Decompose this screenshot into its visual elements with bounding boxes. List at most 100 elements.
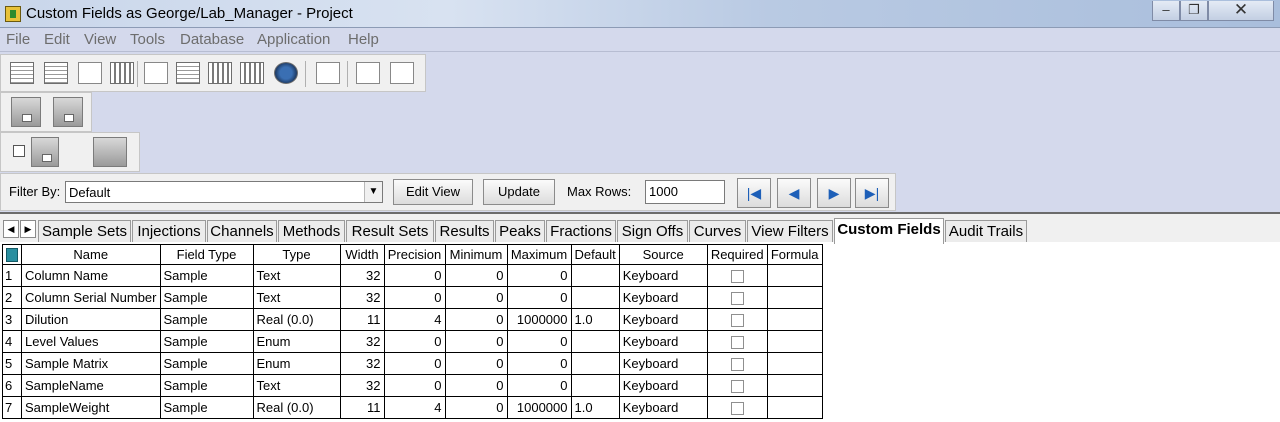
cell-precision[interactable]: 0: [383, 330, 446, 353]
cell-formula[interactable]: [766, 308, 823, 331]
cell-name[interactable]: Column Name: [21, 264, 161, 287]
column-header-field-type[interactable]: Field Type: [159, 244, 254, 265]
cell-source[interactable]: Keyboard: [618, 396, 708, 419]
tab-fractions[interactable]: Fractions: [546, 220, 616, 243]
cell-required[interactable]: [706, 286, 768, 309]
next-record-button[interactable]: ▶: [817, 178, 851, 208]
cell-minimum[interactable]: 0: [444, 286, 508, 309]
cell-maximum[interactable]: 0: [506, 374, 572, 397]
paste-special-icon[interactable]: [353, 59, 383, 87]
edit-view-button[interactable]: Edit View: [393, 179, 473, 205]
row-number[interactable]: 5: [2, 352, 22, 375]
column-header-width[interactable]: Width: [339, 244, 385, 265]
tab-view-filters[interactable]: View Filters: [747, 220, 833, 243]
cell-minimum[interactable]: 0: [444, 374, 508, 397]
print-icon[interactable]: [141, 59, 171, 87]
cell-formula[interactable]: [766, 264, 823, 287]
row-number[interactable]: 2: [2, 286, 22, 309]
cell-name[interactable]: SampleName: [21, 374, 161, 397]
column-header-minimum[interactable]: Minimum: [444, 244, 508, 265]
cell-name[interactable]: SampleWeight: [21, 396, 161, 419]
tab-curves[interactable]: Curves: [689, 220, 746, 243]
cell-type[interactable]: Enum: [252, 352, 341, 375]
spreadsheet-icon[interactable]: [7, 59, 37, 87]
cell-precision[interactable]: 4: [383, 396, 446, 419]
column-header-name[interactable]: Name: [21, 244, 161, 265]
cell-field-type[interactable]: Sample: [159, 264, 254, 287]
calculator-icon[interactable]: [107, 59, 137, 87]
preview-icon[interactable]: [75, 59, 105, 87]
cell-source[interactable]: Keyboard: [618, 308, 708, 331]
instrument-icon[interactable]: [205, 59, 235, 87]
cell-maximum[interactable]: 0: [506, 352, 572, 375]
row-number[interactable]: 4: [2, 330, 22, 353]
copy-icon[interactable]: [313, 59, 343, 87]
cell-default[interactable]: [570, 352, 620, 375]
cell-precision[interactable]: 0: [383, 286, 446, 309]
window-tile-button[interactable]: [11, 97, 41, 127]
tab-scroll-left-icon[interactable]: ◀: [3, 220, 19, 238]
menu-view[interactable]: View: [84, 31, 116, 48]
view-checkbox[interactable]: [13, 145, 25, 157]
cell-maximum[interactable]: 0: [506, 264, 572, 287]
cell-required[interactable]: [706, 330, 768, 353]
table-row[interactable]: 2 Column Serial Number Sample Text 32 0 …: [2, 286, 823, 309]
cell-precision[interactable]: 4: [383, 308, 446, 331]
cell-required[interactable]: [706, 352, 768, 375]
cell-maximum[interactable]: 0: [506, 330, 572, 353]
cell-source[interactable]: Keyboard: [618, 330, 708, 353]
last-record-button[interactable]: ▶|: [855, 178, 889, 208]
prev-record-button[interactable]: ◀: [777, 178, 811, 208]
menu-application[interactable]: Application: [257, 31, 330, 48]
menu-edit[interactable]: Edit: [44, 31, 70, 48]
cell-name[interactable]: Level Values: [21, 330, 161, 353]
cell-name[interactable]: Dilution: [21, 308, 161, 331]
tab-audit-trails[interactable]: Audit Trails: [945, 220, 1027, 243]
filter-select[interactable]: Default ▼: [65, 181, 383, 203]
cell-precision[interactable]: 0: [383, 352, 446, 375]
cell-type[interactable]: Enum: [252, 330, 341, 353]
cell-field-type[interactable]: Sample: [159, 330, 254, 353]
cell-width[interactable]: 32: [339, 352, 385, 375]
cell-type[interactable]: Text: [252, 264, 341, 287]
required-checkbox[interactable]: [730, 292, 744, 306]
table-row[interactable]: 7 SampleWeight Sample Real (0.0) 11 4 0 …: [2, 396, 823, 419]
tab-results[interactable]: Results: [435, 220, 494, 243]
cell-default[interactable]: [570, 330, 620, 353]
required-checkbox[interactable]: [730, 270, 744, 284]
cell-width[interactable]: 11: [339, 308, 385, 331]
globe-icon[interactable]: [271, 59, 301, 87]
menu-tools[interactable]: Tools: [130, 31, 165, 48]
cell-minimum[interactable]: 0: [444, 352, 508, 375]
tab-peaks[interactable]: Peaks: [495, 220, 545, 243]
cell-field-type[interactable]: Sample: [159, 396, 254, 419]
minimize-button[interactable]: –: [1152, 1, 1180, 21]
cell-width[interactable]: 11: [339, 396, 385, 419]
menu-help[interactable]: Help: [348, 31, 379, 48]
cell-source[interactable]: Keyboard: [618, 264, 708, 287]
column-header-required[interactable]: Required: [706, 244, 768, 265]
cell-field-type[interactable]: Sample: [159, 286, 254, 309]
max-rows-input[interactable]: 1000: [645, 180, 725, 204]
cell-default[interactable]: [570, 286, 620, 309]
cell-source[interactable]: Keyboard: [618, 352, 708, 375]
cell-precision[interactable]: 0: [383, 264, 446, 287]
first-record-button[interactable]: |◀: [737, 178, 771, 208]
cell-minimum[interactable]: 0: [444, 308, 508, 331]
select-all-corner[interactable]: [2, 244, 22, 265]
table-row[interactable]: 1 Column Name Sample Text 32 0 0 0 Keybo…: [2, 264, 823, 287]
tab-scroll-right-icon[interactable]: ▶: [20, 220, 36, 238]
required-checkbox[interactable]: [730, 314, 744, 328]
table-icon[interactable]: [41, 59, 71, 87]
table-row[interactable]: 3 Dilution Sample Real (0.0) 11 4 0 1000…: [2, 308, 823, 331]
row-number[interactable]: 1: [2, 264, 22, 287]
tab-custom-fields[interactable]: Custom Fields: [834, 218, 944, 244]
cell-maximum[interactable]: 0: [506, 286, 572, 309]
table-row[interactable]: 4 Level Values Sample Enum 32 0 0 0 Keyb…: [2, 330, 823, 353]
required-checkbox[interactable]: [730, 336, 744, 350]
column-header-formula[interactable]: Formula: [766, 244, 823, 265]
cell-required[interactable]: [706, 374, 768, 397]
cell-formula[interactable]: [766, 286, 823, 309]
cell-default[interactable]: 1.0: [570, 308, 620, 331]
vials-icon[interactable]: [237, 59, 267, 87]
